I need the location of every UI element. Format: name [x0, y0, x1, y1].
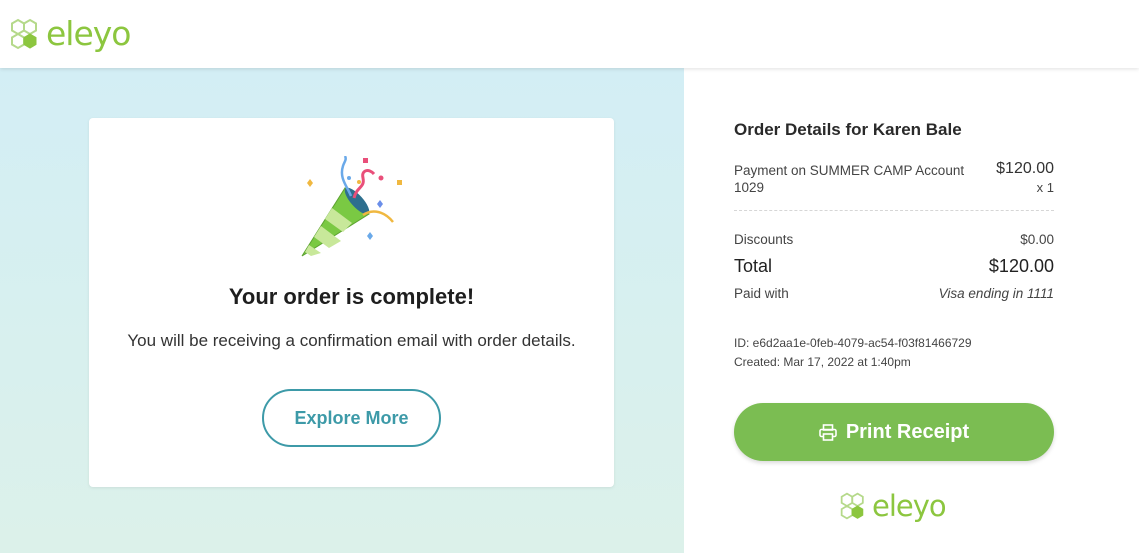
- top-bar: eleyo: [0, 0, 1139, 68]
- discounts-label: Discounts: [734, 232, 794, 247]
- confirmation-panel: Your order is complete! You will be rece…: [0, 68, 684, 553]
- explore-more-button[interactable]: Explore More: [262, 389, 441, 447]
- print-receipt-label: Print Receipt: [845, 420, 970, 443]
- party-popper-icon: [301, 156, 402, 257]
- order-details-panel: Order Details for Karen Bale Payment on …: [684, 68, 1139, 553]
- paid-with-value: Visa ending in 1111: [938, 286, 1054, 301]
- total-label: Total: [734, 256, 773, 276]
- hexagon-logo-icon: [11, 18, 37, 49]
- discounts-value: $0.00: [1020, 232, 1054, 247]
- eleyo-logo[interactable]: eleyo: [8, 14, 131, 53]
- print-receipt-button[interactable]: Print Receipt: [734, 403, 1054, 461]
- line-item-price: $120.00: [996, 160, 1054, 177]
- logo-wordmark: eleyo: [872, 489, 947, 523]
- hexagon-logo-icon: [840, 492, 864, 520]
- printer-icon: [819, 423, 837, 441]
- eleyo-footer-logo: eleyo: [838, 489, 947, 523]
- line-item-description: Payment on SUMMER CAMP Account 1029: [734, 163, 965, 195]
- total-value: $120.00: [988, 256, 1054, 276]
- order-complete-title: Your order is complete!: [228, 284, 475, 309]
- line-item-quantity: x 1: [1036, 180, 1054, 195]
- order-details-title: Order Details for Karen Bale: [734, 120, 962, 139]
- logo-wordmark: eleyo: [46, 14, 131, 53]
- order-created-date: Created: Mar 17, 2022 at 1:40pm: [734, 355, 911, 369]
- order-id: ID: e6d2aa1e-0feb-4079-ac54-f03f81466729: [734, 336, 972, 350]
- divider: [734, 210, 1054, 211]
- paid-with-label: Paid with: [734, 286, 789, 301]
- confirmation-card: Your order is complete! You will be rece…: [89, 118, 614, 487]
- confirmation-message: You will be receiving a confirmation ema…: [127, 331, 576, 350]
